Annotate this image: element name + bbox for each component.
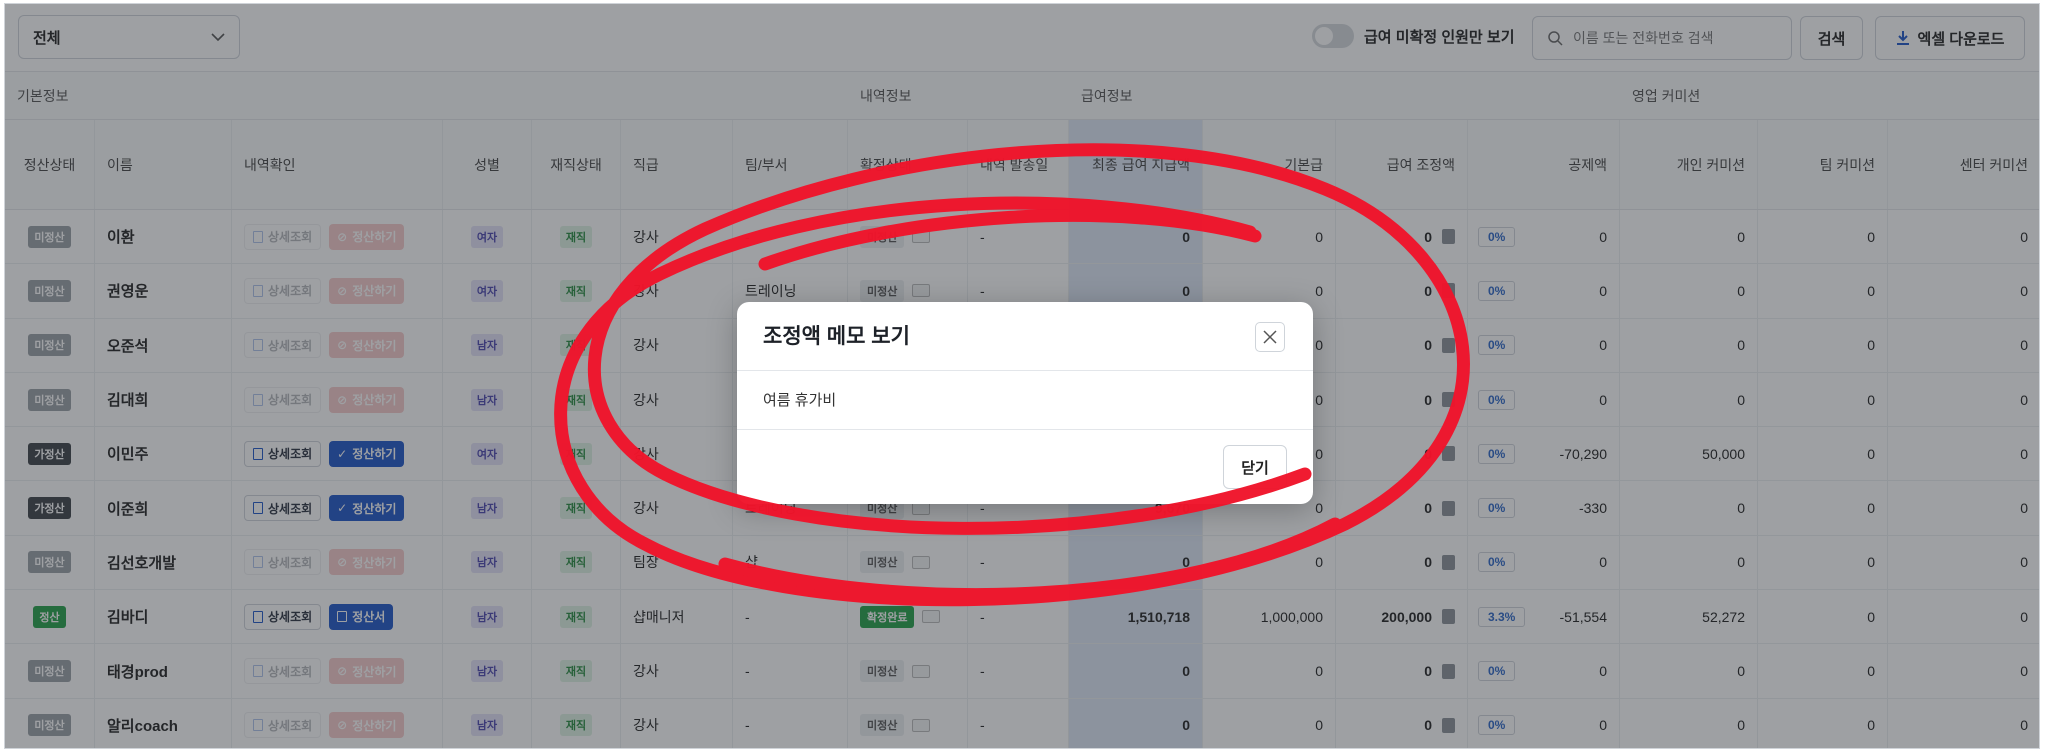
modal-divider	[737, 370, 1313, 371]
modal-divider	[737, 429, 1313, 430]
modal-title: 조정액 메모 보기	[763, 325, 910, 348]
modal-confirm-close-button[interactable]: 닫기	[1223, 445, 1287, 489]
modal-close-button[interactable]	[1255, 322, 1285, 352]
modal-memo-text: 여름 휴가비	[763, 392, 837, 409]
modal-confirm-close-label: 닫기	[1241, 459, 1269, 477]
close-icon	[1263, 330, 1277, 344]
payroll-app: 전체 급여 미확정 인원만 보기 검색 엑셀 다운로드 기본정보 내역정보 급여…	[4, 3, 2040, 749]
memo-modal: 조정액 메모 보기 여름 휴가비 닫기	[737, 302, 1313, 504]
